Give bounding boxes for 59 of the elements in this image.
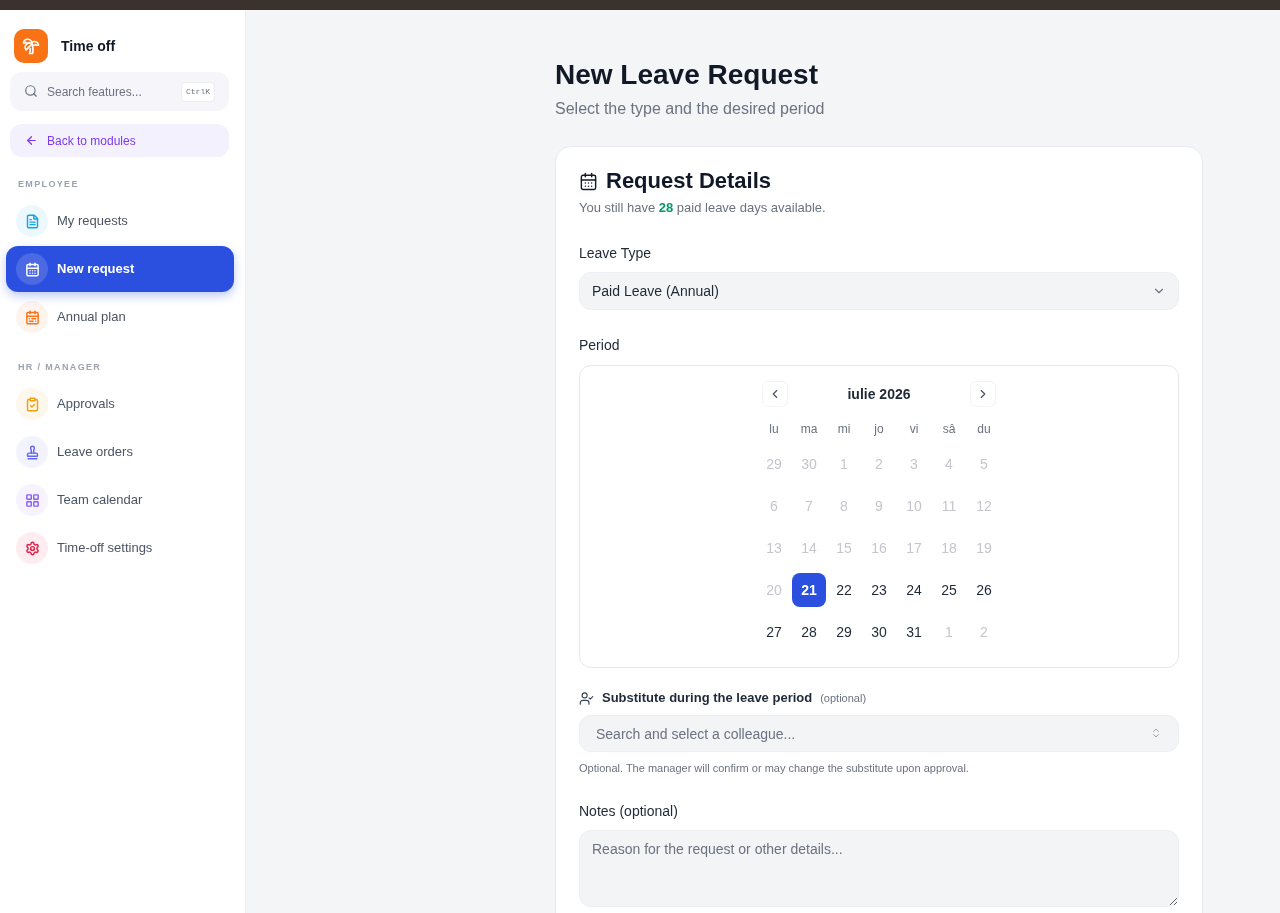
- sidebar-item[interactable]: Time-off settings: [6, 525, 234, 571]
- calendar-day[interactable]: 22: [827, 573, 861, 607]
- calendar-day[interactable]: 31: [897, 615, 931, 649]
- gear-icon: [16, 532, 48, 564]
- document-icon: [16, 205, 48, 237]
- calendar-day[interactable]: 26: [967, 573, 1001, 607]
- calendar-day[interactable]: 27: [757, 615, 791, 649]
- notes-field[interactable]: Reason for the request or other details...: [579, 830, 1179, 907]
- weekday-label: sâ: [941, 421, 957, 438]
- calendar-icon: [579, 171, 598, 191]
- user-check-icon: [579, 690, 594, 706]
- sidebar-item[interactable]: New request: [6, 246, 234, 292]
- arrow-left-icon: [25, 134, 38, 147]
- sidebar-item[interactable]: Annual plan: [6, 294, 234, 340]
- weekday-label: jo: [873, 421, 885, 438]
- sidebar-item[interactable]: Leave orders: [6, 429, 234, 475]
- calendar-day[interactable]: 30: [862, 615, 896, 649]
- page-title: New Leave Request: [555, 58, 818, 92]
- month-label: iulie 2026: [847, 384, 911, 404]
- calendar-icon: [16, 301, 48, 333]
- field-label: Period: [579, 336, 620, 355]
- calendar-day[interactable]: 29: [827, 615, 861, 649]
- palm-tree-icon: [14, 29, 48, 63]
- calendar-day[interactable]: 21: [792, 573, 826, 607]
- balance-note: You still have 28 paid leave days available.: [579, 199, 826, 217]
- app-title: Time off: [61, 36, 116, 56]
- stamp-icon: [16, 436, 48, 468]
- colleague-search-field[interactable]: Search and select a colleague...: [579, 715, 1179, 752]
- sidebar-item[interactable]: Team calendar: [6, 477, 234, 523]
- field-label: Substitute during the leave period: [602, 689, 813, 708]
- previous-month-button[interactable]: [761, 381, 788, 407]
- weekday-label: du: [976, 421, 992, 438]
- optional-hint: (optional): [820, 690, 867, 706]
- back-to-modules-button[interactable]: Back to modules: [10, 124, 229, 157]
- calendar-day[interactable]: 25: [932, 573, 966, 607]
- card-title: Request Details: [606, 167, 772, 195]
- section-label: EMPLOYEE: [18, 178, 79, 191]
- search-icon: [24, 84, 38, 98]
- weekday-label: lu: [768, 421, 780, 438]
- clipboard-check-icon: [16, 388, 48, 420]
- sidebar-item[interactable]: Approvals: [6, 381, 234, 427]
- weekday-label: ma: [799, 421, 819, 438]
- next-month-button[interactable]: [970, 381, 997, 407]
- calendar-day[interactable]: 28: [792, 615, 826, 649]
- page-subtitle: Select the type and the desired period: [555, 99, 825, 119]
- help-text: Optional. The manager will confirm or may change the substitute upon approval.: [579, 761, 969, 776]
- weekday-label: vi: [908, 421, 920, 438]
- calendar-day[interactable]: 23: [862, 573, 896, 607]
- leave-type-select[interactable]: Paid Leave (Annual): [579, 272, 1179, 310]
- field-label: Leave Type: [579, 244, 652, 263]
- section-label: HR / MANAGER: [18, 361, 102, 374]
- grid-icon: [16, 484, 48, 516]
- weekday-label: mi: [836, 421, 852, 438]
- calendar-day[interactable]: 24: [897, 573, 931, 607]
- up-down-chevron-icon: [1150, 727, 1162, 739]
- calendar-icon: [16, 253, 48, 285]
- field-label: Notes (optional): [579, 802, 678, 821]
- sidebar-item[interactable]: My requests: [6, 198, 234, 244]
- shortcut-key: CtrlK: [181, 82, 215, 102]
